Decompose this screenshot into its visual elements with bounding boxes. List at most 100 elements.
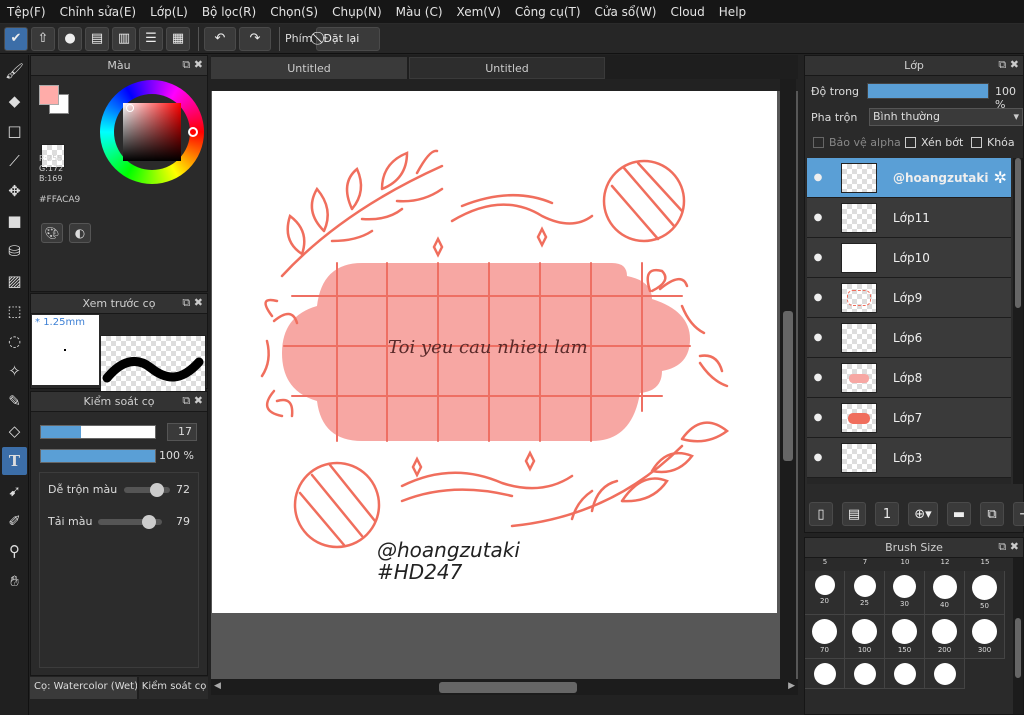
undo-button[interactable]: ↶ <box>204 26 236 51</box>
layer-row[interactable]: ● Lớp8 <box>807 358 1011 398</box>
layer-row[interactable]: ● Lớp6 <box>807 318 1011 358</box>
brush-size-label[interactable]: 7 <box>845 558 885 570</box>
document-button[interactable]: ▥ <box>112 26 136 51</box>
brush-size-cell[interactable] <box>805 659 845 689</box>
scroll-right-icon[interactable]: ▶ <box>788 681 795 691</box>
menu-help[interactable]: Help <box>712 5 753 19</box>
bucket-tool[interactable]: ⛁ <box>2 237 27 265</box>
eraser-tool[interactable]: ◆ <box>2 87 27 115</box>
menu-filter[interactable]: Bộ lọc(R) <box>195 5 263 19</box>
antialias-toggle[interactable]: ✔ <box>4 26 28 51</box>
alpha-protect-option[interactable]: Bảo vệ alpha <box>813 136 901 149</box>
panel-controls-icon[interactable]: ⧉ ✖ <box>998 540 1019 554</box>
brush-size-label[interactable]: 10 <box>885 558 925 570</box>
canvas-vertical-scrollbar[interactable] <box>780 79 796 679</box>
new-halftone-button[interactable]: ▤ <box>842 502 866 526</box>
brush-size-cell[interactable]: 200 <box>925 615 965 659</box>
panel-controls-icon[interactable]: ⧉ ✖ <box>998 58 1019 72</box>
eye-icon[interactable]: ● <box>807 332 829 343</box>
brush-size-slider[interactable] <box>40 425 156 439</box>
merge-layer-button[interactable]: ⇥ <box>1013 502 1024 526</box>
saturation-value-square[interactable] <box>123 103 181 161</box>
panel-controls-icon[interactable]: ⧉ ✖ <box>182 296 203 310</box>
move-tool[interactable]: ✥ <box>2 177 27 205</box>
brush-size-label[interactable]: 12 <box>925 558 965 570</box>
text-panel-button[interactable]: ▤ <box>85 26 109 51</box>
reset-button[interactable]: ⃠ Đặt lại <box>316 26 381 51</box>
select-rect-tool[interactable]: ⬚ <box>2 297 27 325</box>
tab-brush-control[interactable]: Kiểm soát cọ <box>138 677 208 699</box>
lasso-tool[interactable]: ◌ <box>2 327 27 355</box>
brush-size-cell[interactable]: 20 <box>805 571 845 615</box>
new-1bit-button[interactable]: 1 <box>875 502 899 526</box>
lock-checkbox[interactable] <box>971 137 982 148</box>
redo-button[interactable]: ↷ <box>239 26 271 51</box>
document-canvas[interactable]: Toi yeu cau nhieu lam @hoangzutaki #HD24… <box>212 91 777 613</box>
brush-size-label[interactable]: 15 <box>965 558 1005 570</box>
menu-color[interactable]: Màu (C) <box>389 5 450 19</box>
brush-size-cell[interactable]: 40 <box>925 571 965 615</box>
brush-size-cell[interactable]: 25 <box>845 571 885 615</box>
brush-size-cell[interactable] <box>925 659 965 689</box>
layer-row[interactable]: ● Lớp9 <box>807 278 1011 318</box>
layer-list-scrollbar[interactable] <box>1013 158 1023 484</box>
blend-slider[interactable] <box>124 483 170 497</box>
sv-cursor[interactable] <box>126 104 134 112</box>
menu-edit[interactable]: Chỉnh sửa(E) <box>53 5 144 19</box>
layer-row[interactable]: ● Lớp10 <box>807 238 1011 278</box>
brush-size-scrollbar[interactable] <box>1013 558 1023 714</box>
rectangle-tool[interactable]: □ <box>2 117 27 145</box>
eye-icon[interactable]: ● <box>807 412 829 423</box>
horizontal-scroll-thumb[interactable] <box>439 682 577 693</box>
new-folder-button[interactable]: ▬ <box>947 502 971 526</box>
brush-size-label[interactable]: 5 <box>805 558 845 570</box>
duplicate-layer-button[interactable]: ⧉ <box>980 502 1004 526</box>
list-button[interactable]: ☰ <box>139 26 163 51</box>
alpha-checkbox[interactable] <box>813 137 824 148</box>
hue-ring[interactable] <box>100 80 204 184</box>
brush-size-cell[interactable]: 50 <box>965 571 1005 615</box>
brush-size-cell[interactable]: 150 <box>885 615 925 659</box>
palette-button[interactable]: 🎨︎ <box>41 223 63 243</box>
tab-brush-name[interactable]: Cọ: Watercolor (Wet) <box>30 677 137 699</box>
brush-size-value[interactable]: 17 <box>167 423 197 441</box>
panel-controls-icon[interactable]: ⧉ ✖ <box>182 58 203 72</box>
line-tool[interactable]: ⟋ <box>2 147 27 175</box>
eye-icon[interactable]: ● <box>807 172 829 183</box>
brush-size-scroll-thumb[interactable] <box>1015 618 1021 678</box>
tab-document-2[interactable]: Untitled <box>409 57 605 79</box>
menu-select[interactable]: Chọn(S) <box>263 5 325 19</box>
hue-cursor[interactable] <box>188 127 198 137</box>
blend-slider-knob[interactable] <box>150 483 165 497</box>
brush-opacity-slider[interactable] <box>40 449 156 463</box>
menu-layer[interactable]: Lớp(L) <box>143 5 195 19</box>
vertical-scroll-thumb[interactable] <box>783 311 793 461</box>
eye-icon[interactable]: ● <box>807 452 829 463</box>
load-slider[interactable] <box>98 515 162 529</box>
brush-size-cell[interactable]: 70 <box>805 615 845 659</box>
panel-controls-icon[interactable]: ⧉ ✖ <box>182 394 203 408</box>
clipping-checkbox[interactable] <box>905 137 916 148</box>
eye-icon[interactable]: ● <box>807 212 829 223</box>
new-layer-button[interactable]: ▯ <box>809 502 833 526</box>
brush-size-cell[interactable] <box>885 659 925 689</box>
fill-rect-tool[interactable]: ■ <box>2 207 27 235</box>
add-layer-menu-button[interactable]: ⊕▾ <box>908 502 938 526</box>
menu-cloud[interactable]: Cloud <box>664 5 712 19</box>
palette-settings-button[interactable]: ◐ <box>69 223 91 243</box>
lock-option[interactable]: Khóa <box>971 136 1015 149</box>
grid-button[interactable]: ▦ <box>166 26 190 51</box>
menu-view[interactable]: Xem(V) <box>450 5 508 19</box>
menu-file[interactable]: Tệp(F) <box>0 5 53 19</box>
scroll-left-icon[interactable]: ◀ <box>214 681 221 691</box>
eye-icon[interactable]: ● <box>807 252 829 263</box>
eye-icon[interactable]: ● <box>807 292 829 303</box>
clipping-option[interactable]: Xén bớt <box>905 136 963 149</box>
canvas-horizontal-scrollbar[interactable]: ◀ ▶ <box>211 679 798 695</box>
select-eraser-tool[interactable]: ◇ <box>2 417 27 445</box>
layer-row-hoangzutaki[interactable]: ● @hoangzutaki ✲ <box>807 158 1011 198</box>
tab-document-1[interactable]: Untitled <box>211 57 407 79</box>
hand-tool[interactable]: ✋︎ <box>2 567 27 595</box>
layer-row[interactable]: ● Lớp7 <box>807 398 1011 438</box>
select-pen-tool[interactable]: ✎ <box>2 387 27 415</box>
